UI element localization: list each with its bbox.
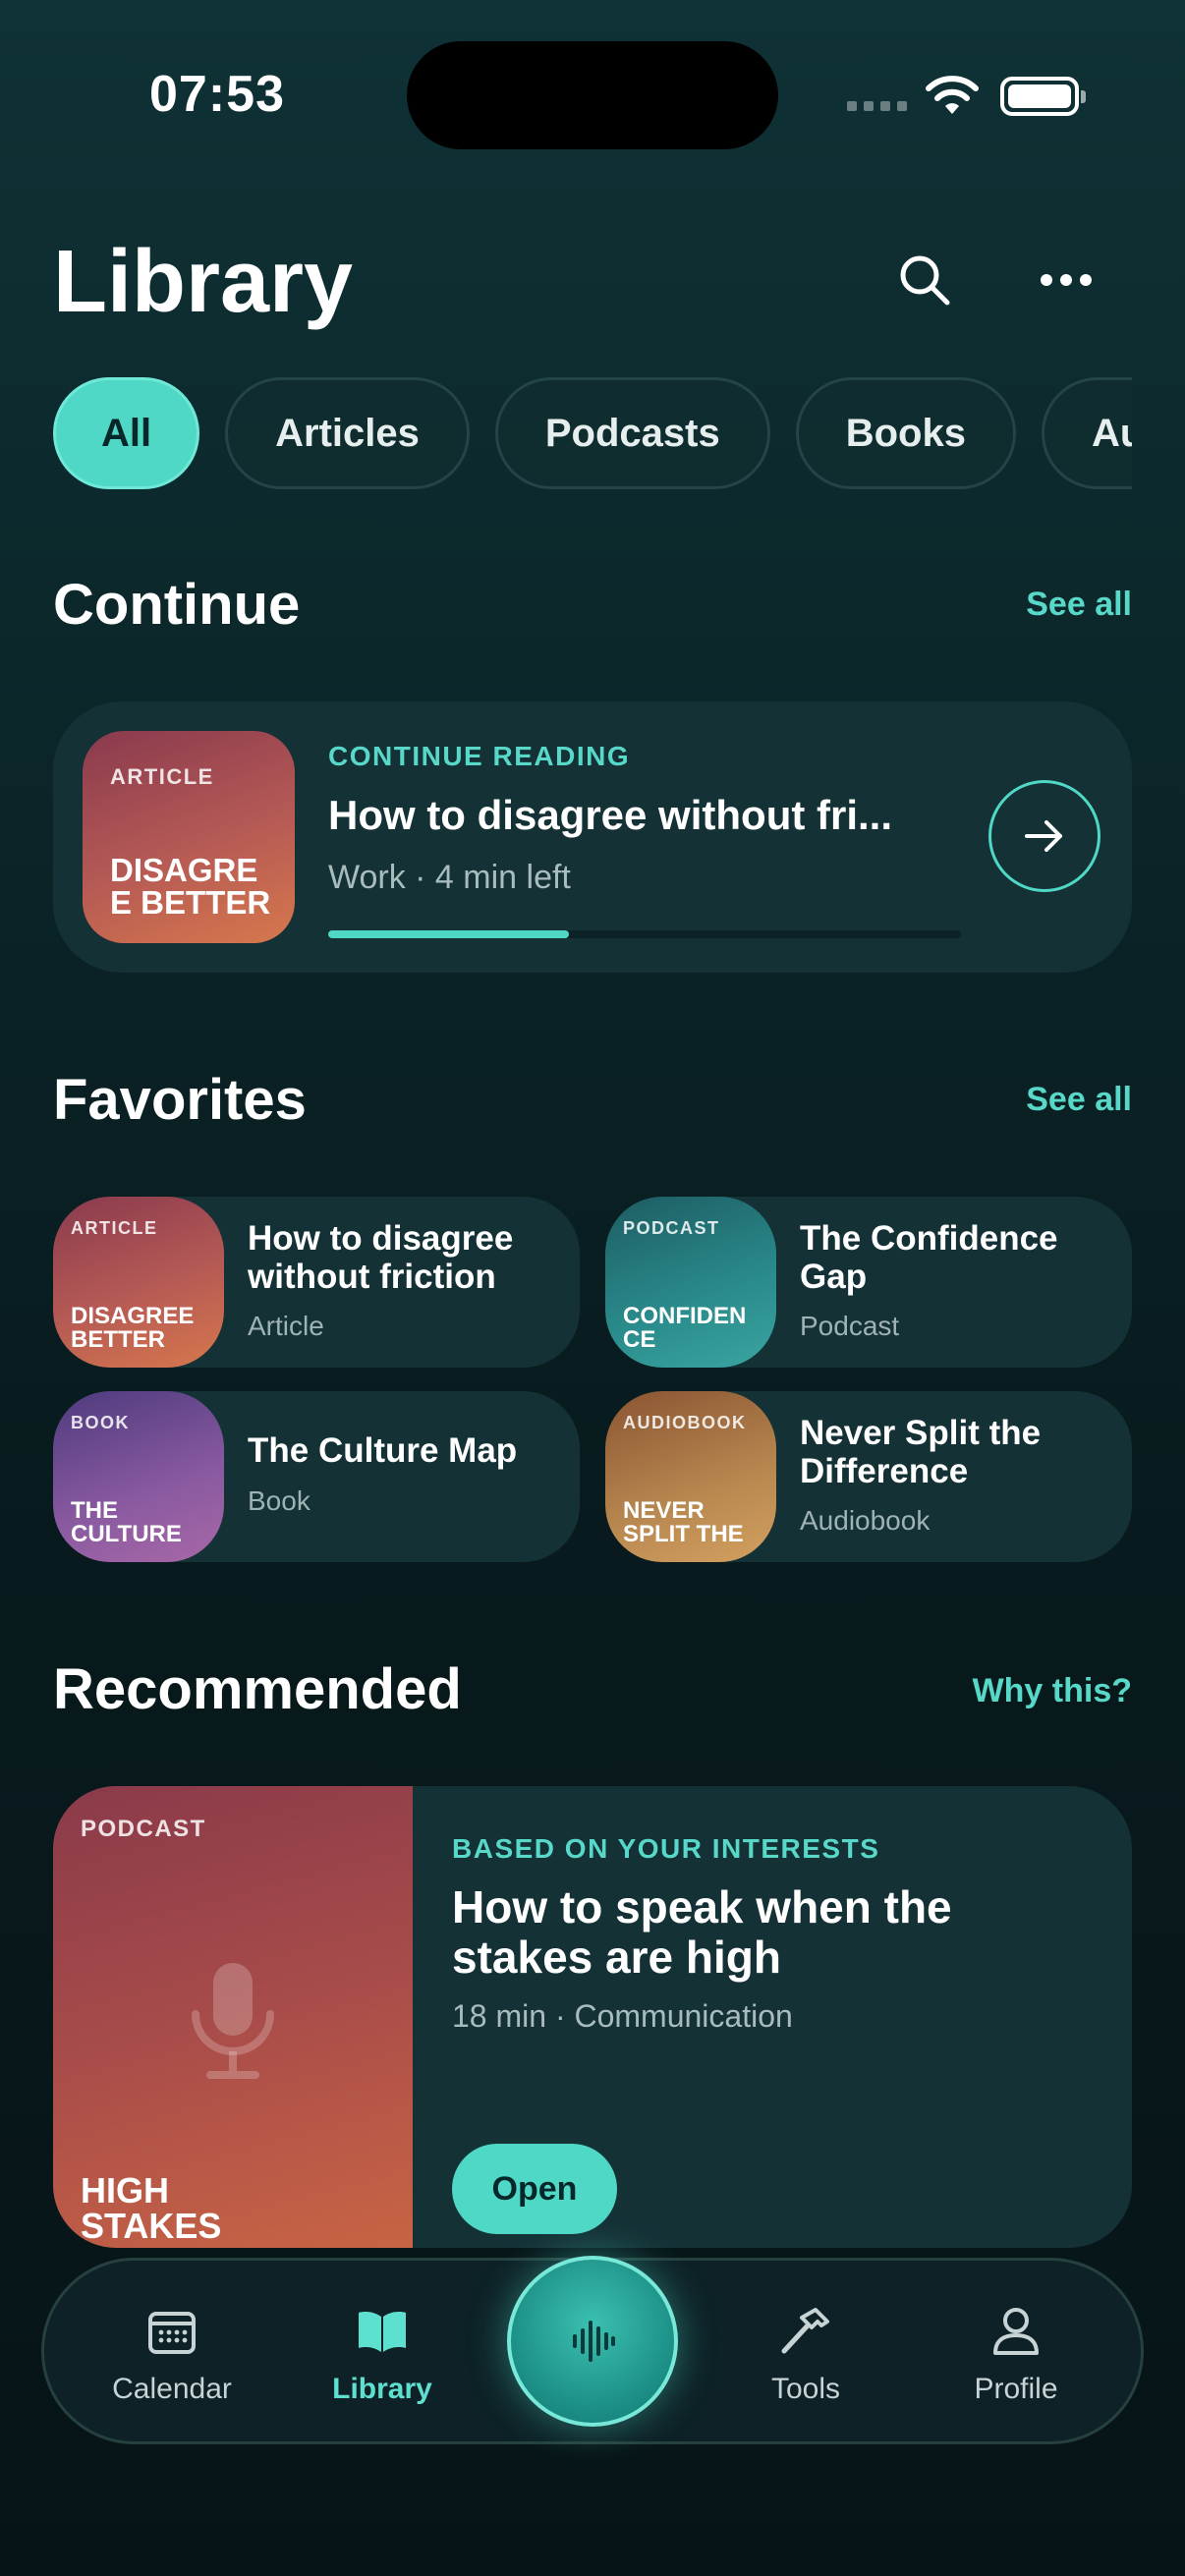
tab-calendar[interactable]: Calendar xyxy=(84,2261,260,2447)
continue-label: CONTINUE READING xyxy=(328,741,631,771)
status-time: 07:53 xyxy=(149,66,285,123)
favorite-item[interactable]: PODCAST CONFIDEN CE The Confidence Gap P… xyxy=(605,1197,1132,1368)
favorite-type: Book xyxy=(248,1485,310,1516)
book-open-icon xyxy=(355,2304,410,2359)
microphone-icon xyxy=(192,1963,274,2079)
cover-title: CONFIDEN CE xyxy=(623,1303,747,1353)
continue-see-all-link[interactable]: See all xyxy=(1026,586,1132,624)
cover-type: ARTICLE xyxy=(110,764,214,789)
favorite-type: Audiobook xyxy=(800,1505,931,1536)
filter-chip-articles[interactable]: Articles xyxy=(225,377,470,489)
cover-type: BOOK xyxy=(71,1413,130,1432)
continue-item-meta: Work · 4 min left xyxy=(328,859,571,896)
search-icon[interactable] xyxy=(890,246,959,314)
favorite-item[interactable]: BOOK THE CULTURE The Culture Map Book xyxy=(53,1391,580,1562)
cover-type: PODCAST xyxy=(623,1218,720,1238)
filter-chip-podcasts[interactable]: Podcasts xyxy=(494,377,770,489)
open-button[interactable]: Open xyxy=(452,2144,617,2234)
voice-button[interactable] xyxy=(507,2256,678,2427)
continue-arrow-button[interactable] xyxy=(988,780,1100,892)
recommended-title: Recommended xyxy=(53,1657,462,1721)
tab-profile[interactable]: Profile xyxy=(928,2261,1104,2447)
cover-title: NEVER SPLIT THE xyxy=(623,1497,744,1547)
hammer-icon xyxy=(778,2304,833,2359)
arrow-right-icon xyxy=(1025,820,1062,852)
favorite-title: The Culture Map xyxy=(248,1431,518,1470)
cover-title: HIGH STAKES xyxy=(81,2170,222,2246)
favorite-title: Never Split the Difference xyxy=(800,1414,1042,1490)
favorite-cover: AUDIOBOOK NEVER SPLIT THE xyxy=(605,1391,776,1562)
tab-label: Library xyxy=(332,2373,432,2405)
person-icon xyxy=(988,2304,1044,2359)
favorite-cover: PODCAST CONFIDEN CE xyxy=(605,1197,776,1368)
favorite-item[interactable]: AUDIOBOOK NEVER SPLIT THE Never Split th… xyxy=(605,1391,1132,1562)
favorites-see-all-link[interactable]: See all xyxy=(1026,1081,1132,1119)
battery-icon xyxy=(1000,77,1086,116)
filter-chips: All Articles Podcasts Books Audiobooks xyxy=(53,377,1132,489)
favorite-cover: BOOK THE CULTURE xyxy=(53,1391,224,1562)
recommended-label: BASED ON YOUR INTERESTS xyxy=(452,1833,880,1864)
recommended-item-meta: 18 min · Communication xyxy=(452,1998,793,2034)
cover-title: THE CULTURE xyxy=(71,1497,182,1547)
tab-library[interactable]: Library xyxy=(294,2261,471,2447)
cover-type: ARTICLE xyxy=(71,1218,158,1238)
progress-fill xyxy=(328,930,569,938)
wifi-icon xyxy=(926,76,979,114)
recommended-card[interactable]: PODCAST HIGH STAKES BASED ON YOUR INTERE… xyxy=(53,1786,1132,2248)
tab-label: Calendar xyxy=(112,2373,232,2405)
signal-icon xyxy=(847,101,907,111)
tab-label: Tools xyxy=(770,2373,841,2405)
tab-label: Profile xyxy=(974,2373,1058,2405)
filter-chip-audiobooks[interactable]: Audiobooks xyxy=(1041,377,1132,489)
favorite-title: The Confidence Gap xyxy=(800,1219,1058,1296)
dynamic-island xyxy=(407,41,778,149)
cover-title: DISAGREE BETTER xyxy=(71,1303,195,1353)
why-this-link[interactable]: Why this? xyxy=(973,1672,1132,1710)
waveform-icon xyxy=(573,2321,615,2362)
more-icon[interactable] xyxy=(1032,246,1100,314)
favorite-cover: ARTICLE DISAGREE BETTER xyxy=(53,1197,224,1368)
calendar-icon xyxy=(144,2304,199,2359)
cover-title: DISAGRE E BETTER xyxy=(110,851,271,922)
favorite-title: How to disagree without friction xyxy=(248,1219,514,1296)
cover-type: PODCAST xyxy=(81,1816,206,1842)
recommended-item-title: How to speak when the stakes are high xyxy=(452,1881,952,1983)
progress-bar xyxy=(328,930,961,938)
page-title: Library xyxy=(53,233,354,331)
filter-chip-all[interactable]: All xyxy=(53,377,200,489)
favorite-item[interactable]: ARTICLE DISAGREE BETTER How to disagree … xyxy=(53,1197,580,1368)
favorite-type: Podcast xyxy=(800,1311,900,1341)
continue-item-title: How to disagree without fri... xyxy=(328,792,893,838)
continue-card[interactable]: ARTICLE DISAGRE E BETTER CONTINUE READIN… xyxy=(53,701,1132,973)
favorite-type: Article xyxy=(248,1311,324,1341)
favorites-title: Favorites xyxy=(53,1068,307,1132)
cover-type: AUDIOBOOK xyxy=(623,1413,747,1432)
continue-title: Continue xyxy=(53,573,301,637)
recommended-cover: PODCAST HIGH STAKES xyxy=(53,1786,413,2248)
continue-cover: ARTICLE DISAGRE E BETTER xyxy=(83,731,295,943)
tab-tools[interactable]: Tools xyxy=(717,2261,894,2447)
filter-chip-books[interactable]: Books xyxy=(795,377,1016,489)
